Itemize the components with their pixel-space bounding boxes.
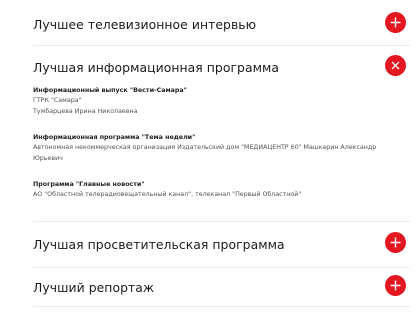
- accordion-item-report[interactable]: Лучший репортаж: [33, 268, 410, 307]
- nominee-entry: Информационный выпуск "Вести-Самара" ГТР…: [33, 87, 393, 117]
- nominee-title: Программа "Главные новости": [33, 181, 145, 188]
- accordion-item-title[interactable]: Лучшая информационная программа: [33, 60, 279, 75]
- nominee-org: Автономная некоммерческая организация Из…: [33, 144, 377, 151]
- nominee-title: Информационная программа "Тема недели": [33, 134, 196, 141]
- accordion-item-interview[interactable]: Лучшее телевизионное интервью: [33, 0, 410, 46]
- nominee-person: Тумбарцева Ирина Николаевна: [33, 108, 138, 115]
- plus-icon[interactable]: [385, 232, 406, 253]
- nominee-org-continued: Юрьевич: [33, 155, 63, 162]
- nominee-org: ГТРК "Самара": [33, 97, 82, 104]
- plus-icon[interactable]: [385, 12, 406, 33]
- close-icon[interactable]: [385, 55, 406, 76]
- plus-icon[interactable]: [385, 275, 406, 296]
- nominee-entry: Информационная программа "Тема недели" А…: [33, 134, 393, 164]
- nominee-org: АО "Областной телерадиовещательный канал…: [33, 191, 302, 198]
- accordion-item-title[interactable]: Лучший репортаж: [33, 280, 154, 295]
- nominee-entry: Программа "Главные новости" АО "Областно…: [33, 181, 393, 200]
- nominee-title: Информационный выпуск "Вести-Самара": [33, 87, 187, 94]
- accordion-item-educational-program[interactable]: Лучшая просветительская программа: [33, 222, 410, 268]
- accordion-item-title[interactable]: Лучшая просветительская программа: [33, 237, 285, 252]
- accordion-item-title[interactable]: Лучшее телевизионное интервью: [33, 17, 256, 32]
